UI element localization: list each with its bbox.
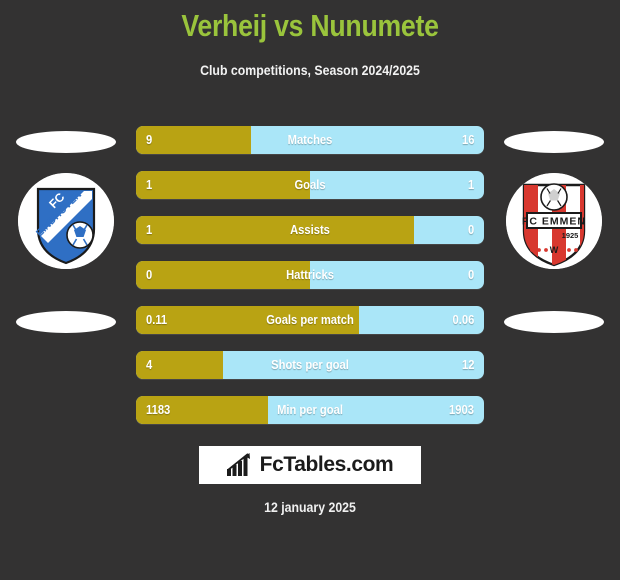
stat-left-value: 1: [146, 222, 153, 237]
stat-row-shots-per-goal: 4 Shots per goal 12: [136, 351, 484, 379]
stat-label: Min per goal: [277, 402, 343, 417]
decorative-ellipse-left-lower: [16, 311, 116, 333]
stat-label: Matches: [287, 132, 333, 147]
stat-label: Hattricks: [286, 267, 334, 282]
stat-right-value: 0: [467, 222, 474, 237]
stat-row-min-per-goal: 1183 Min per goal 1903: [136, 396, 484, 424]
stat-right-value: 0.06: [452, 312, 474, 327]
stat-row-hattricks: 0 Hattricks 0: [136, 261, 484, 289]
stat-right-value: 0: [467, 267, 474, 282]
stat-label: Shots per goal: [271, 357, 349, 372]
date-label: 12 january 2025: [264, 499, 356, 515]
infographic-stage: Verheij vs Nunumete Club competitions, S…: [0, 0, 620, 580]
stat-left-value: 9: [146, 132, 153, 147]
stats-bar-list: 9 Matches 16 1 Goals 1 1 Assists 0 0 Hat…: [136, 126, 484, 441]
stat-row-matches: 9 Matches 16: [136, 126, 484, 154]
stat-row-goals: 1 Goals 1: [136, 171, 484, 199]
fctables-logo-text: FcTables.com: [259, 453, 394, 476]
stat-right-value: 12: [461, 357, 474, 372]
stat-left-value: 1: [146, 177, 153, 192]
stat-row-assists: 1 Assists 0: [136, 216, 484, 244]
stat-right-value: 1903: [449, 402, 474, 417]
svg-text:W: W: [550, 245, 559, 255]
stat-row-goals-per-match: 0.11 Goals per match 0.06: [136, 306, 484, 334]
decorative-ellipse-left: [16, 131, 116, 153]
svg-text:FC EMMEN: FC EMMEN: [522, 216, 586, 228]
fc-eindhoven-crest: FC EINDHOVEN: [18, 173, 114, 269]
decorative-ellipse-right: [504, 131, 604, 153]
stat-left-value: 0: [146, 267, 153, 282]
page-subtitle: Club competitions, Season 2024/2025: [200, 62, 420, 78]
fctables-logo[interactable]: FcTables.com: [199, 446, 421, 484]
svg-text:1925: 1925: [562, 231, 579, 240]
stat-right-value: 1: [467, 177, 474, 192]
stat-left-value: 4: [146, 357, 153, 372]
stat-label: Goals per match: [266, 312, 354, 327]
decorative-ellipse-right-lower: [504, 311, 604, 333]
page-title: Verheij vs Nunumete: [181, 8, 439, 43]
stat-label: Assists: [290, 222, 330, 237]
bar-chart-icon: [226, 453, 250, 476]
stat-label: Goals: [294, 177, 326, 192]
stat-right-value: 16: [461, 132, 474, 147]
fc-emmen-crest: FC EMMEN 1925 W: [506, 173, 602, 269]
